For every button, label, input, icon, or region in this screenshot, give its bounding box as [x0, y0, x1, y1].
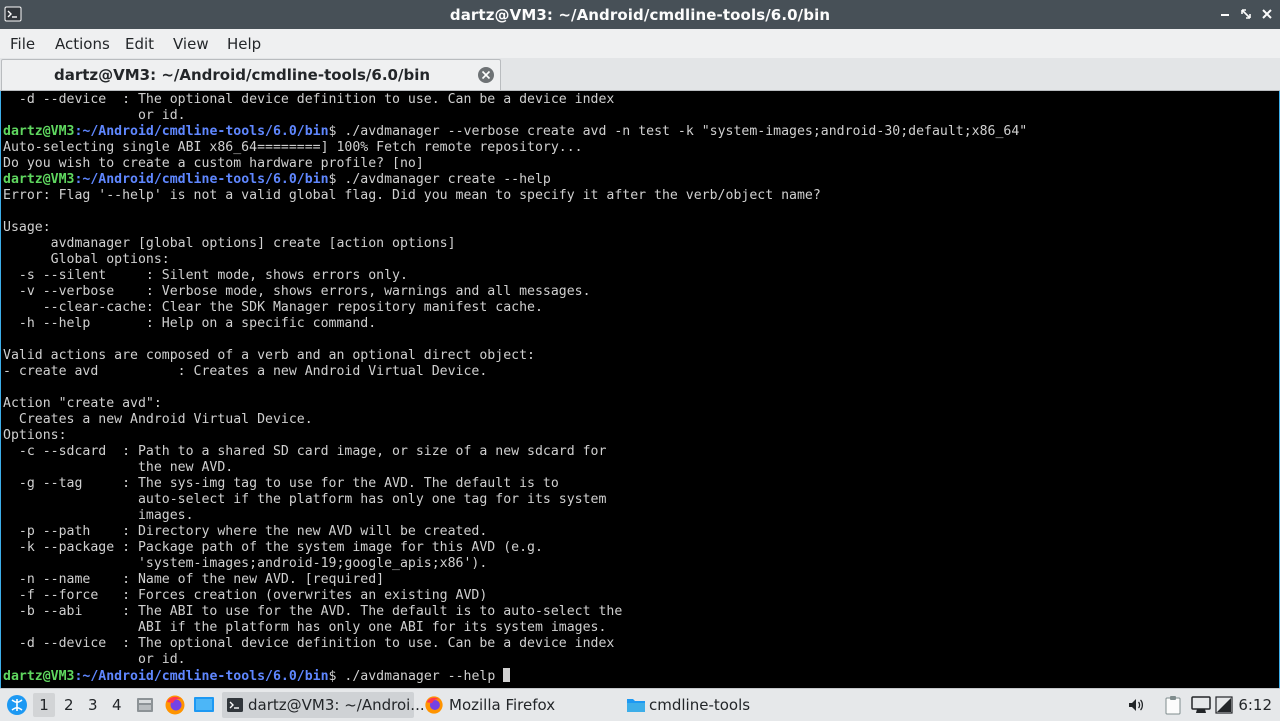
terminal-line: -b --abi : The ABI to use for the AVD. T… — [3, 604, 623, 619]
terminal-line: Valid actions are composed of a verb and… — [3, 348, 535, 363]
terminal-line: -f --force : Forces creation (overwrites… — [3, 588, 488, 603]
tab-label: dartz@VM3: ~/Android/cmdline-tools/6.0/b… — [53, 66, 431, 84]
terminal-line: Options: — [3, 428, 67, 443]
terminal-line: -h --help : Help on a specific command. — [3, 316, 377, 331]
clock[interactable]: 6:12 — [1238, 696, 1272, 714]
terminal-line: auto-select if the platform has only one… — [3, 492, 607, 507]
terminal-prompt-line: dartz@VM3:~/Android/cmdline-tools/6.0/bi… — [3, 172, 1027, 188]
display-icon[interactable] — [1191, 696, 1211, 714]
menu-file[interactable]: File — [10, 35, 35, 53]
tab-terminal-session[interactable]: dartz@VM3: ~/Android/cmdline-tools/6.0/b… — [1, 59, 501, 90]
terminal-line: -d --device : The optional device defini… — [3, 636, 615, 651]
file-manager-launcher-icon[interactable] — [135, 695, 155, 715]
window-titlebar[interactable]: dartz@VM3: ~/Android/cmdline-tools/6.0/b… — [0, 0, 1280, 29]
minimize-icon[interactable] — [1217, 6, 1233, 22]
workspace-3[interactable]: 3 — [88, 696, 98, 714]
network-icon[interactable] — [1215, 696, 1233, 714]
tab-close-icon[interactable] — [477, 66, 495, 84]
workspace-1[interactable]: 1 — [33, 693, 55, 717]
terminal-line: Action "create avd": — [3, 396, 162, 411]
window-title: dartz@VM3: ~/Android/cmdline-tools/6.0/b… — [449, 6, 831, 24]
prompt-user: dartz@VM3 — [3, 172, 75, 187]
app-launcher-icon[interactable] — [6, 694, 28, 716]
terminal-line: Usage: — [3, 220, 51, 235]
task-file-manager-label: cmdline-tools — [649, 696, 751, 714]
terminal-line: ABI if the platform has only one ABI for… — [3, 620, 607, 635]
terminal-line: Global options: — [3, 252, 170, 267]
workspace-4[interactable]: 4 — [112, 696, 122, 714]
clipboard-icon[interactable] — [1164, 695, 1182, 715]
text-cursor — [503, 668, 511, 682]
prompt-user: dartz@VM3 — [3, 124, 75, 139]
volume-icon[interactable] — [1127, 696, 1145, 714]
terminal-line: -g --tag : The sys-img tag to use for th… — [3, 476, 559, 491]
prompt-user: dartz@VM3 — [3, 669, 75, 684]
task-firefox[interactable]: Mozilla Firefox — [420, 692, 610, 718]
terminal-view[interactable]: -d --device : The optional device defini… — [0, 91, 1280, 688]
terminal-prompt-line: dartz@VM3:~/Android/cmdline-tools/6.0/bi… — [3, 668, 1027, 684]
terminal-line: -p --path : Directory where the new AVD … — [3, 524, 488, 539]
terminal-line: or id. — [3, 652, 186, 667]
terminal-output: -d --device : The optional device defini… — [3, 92, 1027, 684]
terminal-line: - create avd : Creates a new Android Vir… — [3, 364, 488, 379]
menu-view[interactable]: View — [173, 35, 209, 53]
task-firefox-label: Mozilla Firefox — [449, 696, 556, 714]
menu-actions[interactable]: Actions — [55, 35, 110, 53]
terminal-line: or id. — [3, 108, 186, 123]
taskbar: 1 2 3 4 dartz@VM3: ~/Androi... Mozilla F… — [0, 688, 1280, 721]
desktop-launcher-icon[interactable] — [193, 695, 215, 715]
terminal-prompt-line: dartz@VM3:~/Android/cmdline-tools/6.0/bi… — [3, 124, 1027, 140]
terminal-line: -k --package : Package path of the syste… — [3, 540, 543, 555]
prompt-command: $ ./avdmanager create --help — [328, 172, 551, 187]
close-icon[interactable] — [1259, 6, 1275, 22]
maximize-icon[interactable] — [1238, 6, 1254, 22]
terminal-line: Do you wish to create a custom hardware … — [3, 156, 424, 171]
terminal-line: the new AVD. — [3, 460, 234, 475]
prompt-path: :~/Android/cmdline-tools/6.0/bin — [74, 669, 329, 684]
terminal-line: avdmanager [global options] create [acti… — [3, 236, 456, 251]
tab-bar: dartz@VM3: ~/Android/cmdline-tools/6.0/b… — [0, 58, 1280, 91]
terminal-line: --clear-cache: Clear the SDK Manager rep… — [3, 300, 543, 315]
prompt-command: $ ./avdmanager --help — [328, 669, 504, 684]
terminal-line: Auto-selecting single ABI x86_64========… — [3, 140, 583, 155]
terminal-line: 'system-images;android-19;google_apis;x8… — [3, 556, 488, 571]
terminal-icon — [227, 698, 243, 712]
menu-edit[interactable]: Edit — [125, 35, 154, 53]
task-file-manager[interactable]: cmdline-tools — [622, 692, 812, 718]
terminal-line: -c --sdcard : Path to a shared SD card i… — [3, 444, 607, 459]
terminal-line: Creates a new Android Virtual Device. — [3, 412, 313, 427]
prompt-path: :~/Android/cmdline-tools/6.0/bin — [74, 172, 329, 187]
prompt-command: $ ./avdmanager --verbose create avd -n t… — [328, 124, 1028, 139]
firefox-icon — [425, 696, 443, 714]
terminal-line: -n --name : Name of the new AVD. [requir… — [3, 572, 385, 587]
menu-help[interactable]: Help — [227, 35, 261, 53]
task-terminal[interactable]: dartz@VM3: ~/Androi... — [222, 692, 425, 718]
menu-bar: File Actions Edit View Help — [0, 29, 1280, 58]
folder-icon — [627, 699, 645, 712]
prompt-path: :~/Android/cmdline-tools/6.0/bin — [74, 124, 329, 139]
task-terminal-label: dartz@VM3: ~/Androi... — [248, 696, 425, 714]
terminal-line: -s --silent : Silent mode, shows errors … — [3, 268, 408, 283]
terminal-line: Error: Flag '--help' is not a valid glob… — [3, 188, 821, 203]
terminal-line: images. — [3, 508, 194, 523]
terminal-line: -d --device : The optional device defini… — [3, 92, 615, 107]
terminal-line: -v --verbose : Verbose mode, shows error… — [3, 284, 591, 299]
workspace-2[interactable]: 2 — [64, 696, 74, 714]
firefox-launcher-icon[interactable] — [164, 694, 186, 716]
